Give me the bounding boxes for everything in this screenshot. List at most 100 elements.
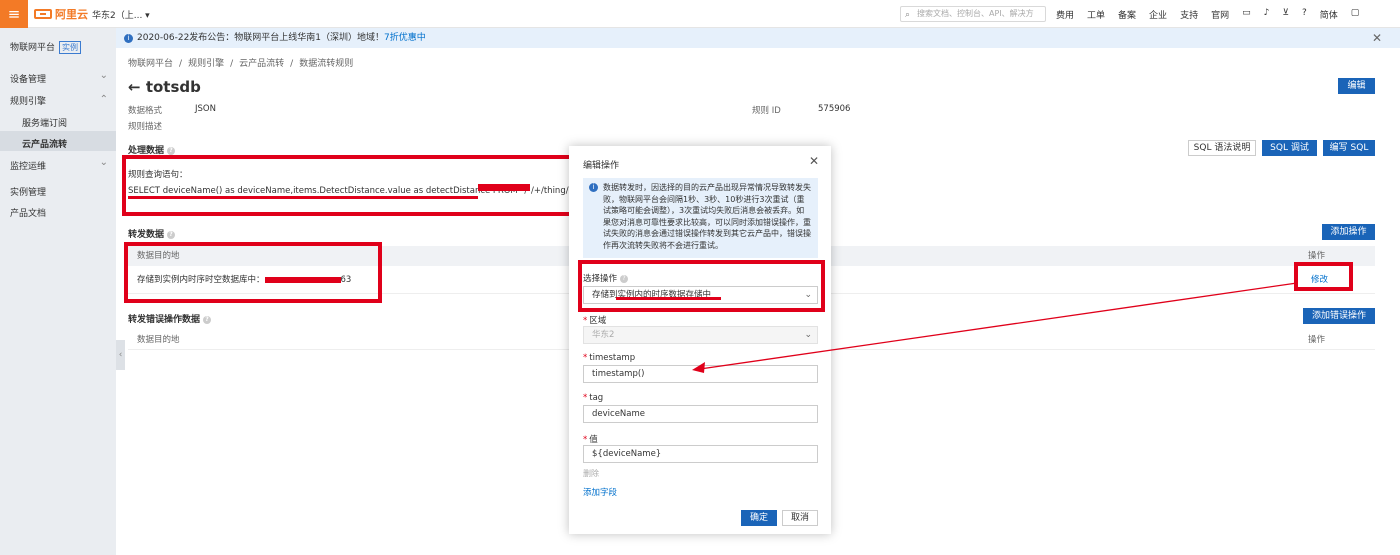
rule-id-value: 575906	[818, 104, 851, 114]
announcement-bar: i 2020-06-22发布公告：物联网平台上线华南1（深圳）地域！7折优惠中 ✕	[116, 28, 1400, 48]
top-bar: ≡ 阿里云 华东2（上... ▾ ⌕ 搜索文档、控制台、API、解决方 费用 工…	[0, 0, 1400, 28]
add-error-action-button[interactable]: 添加错误操作	[1303, 308, 1375, 324]
search-placeholder: 搜索文档、控制台、API、解决方	[917, 9, 1034, 18]
description-label: 规则描述	[128, 122, 163, 132]
aliyun-logo-icon	[34, 9, 52, 19]
close-icon[interactable]: ✕	[809, 154, 819, 168]
sidebar-item-data-forwarding[interactable]: 云产品流转	[22, 137, 67, 150]
write-sql-button[interactable]: 编写 SQL	[1323, 140, 1375, 156]
sql-debug-button[interactable]: SQL 调试	[1262, 140, 1317, 156]
help-icon[interactable]: ?	[167, 146, 176, 155]
instance-tag[interactable]: 实例	[59, 41, 82, 54]
breadcrumb-rule-engine[interactable]: 规则引擎	[188, 59, 224, 69]
back-arrow-icon[interactable]: ←	[128, 78, 141, 96]
breadcrumb: 物联网平台 / 规则引擎 / 云产品流转 / 数据流转规则	[128, 56, 359, 69]
menu-icon[interactable]: ≡	[0, 0, 28, 28]
cart-icon[interactable]: ⊻	[1282, 8, 1289, 21]
add-field-link[interactable]: 添加字段	[583, 486, 617, 498]
cancel-button[interactable]: 取消	[782, 510, 818, 526]
nav-icp[interactable]: 备案	[1118, 8, 1136, 21]
breadcrumb-sep: /	[179, 59, 183, 69]
column-header-action: 操作	[1307, 335, 1325, 345]
sidebar-title: 物联网平台 实例	[10, 40, 82, 54]
field-label-text: 值	[589, 435, 598, 445]
brand-name: 阿里云	[55, 8, 88, 21]
tag-label: * tag	[583, 393, 604, 403]
forward-section-title: 转发数据?	[128, 227, 176, 240]
breadcrumb-current: 数据流转规则	[299, 59, 354, 69]
field-label-text: 区域	[589, 316, 607, 326]
brand-logo[interactable]: 阿里云	[34, 7, 88, 21]
alert-text: 数据转发时，因选择的目的云产品出现异常情况导致转发失败，物联网平台会间隔1秒、3…	[603, 183, 811, 250]
region-selector[interactable]: 华东2（上... ▾	[92, 8, 150, 21]
sidebar-item-device-management[interactable]: 设备管理 ⌄	[10, 70, 114, 85]
sidebar-item-monitoring[interactable]: 监控运维 ⌄	[10, 157, 114, 172]
sidebar-item-instances[interactable]: 实例管理	[10, 185, 114, 198]
breadcrumb-iot[interactable]: 物联网平台	[128, 59, 173, 69]
select-value: 华东2	[592, 330, 615, 340]
avatar[interactable]: ▢	[1351, 8, 1360, 21]
sidebar-collapse-handle[interactable]: ‹	[116, 340, 125, 370]
value-label: * 值	[583, 435, 598, 445]
nav-enterprise[interactable]: 企业	[1149, 8, 1167, 21]
timestamp-input[interactable]: timestamp()	[583, 365, 818, 383]
tag-input[interactable]: deviceName	[583, 405, 818, 423]
sidebar-item-label: 设备管理	[10, 75, 47, 85]
add-action-button[interactable]: 添加操作	[1322, 224, 1375, 240]
help-icon[interactable]: ?	[1302, 8, 1307, 21]
page-title: ← totsdb	[128, 78, 201, 96]
chevron-down-icon: ⌄	[804, 330, 812, 340]
region-label: * 区域	[583, 316, 607, 326]
confirm-button[interactable]: 确定	[741, 510, 777, 526]
nav-site[interactable]: 官网	[1211, 8, 1229, 21]
annotation-box-forward	[124, 242, 382, 303]
chevron-down-icon: ⌄	[99, 157, 108, 168]
annotation-box-action-select	[578, 260, 825, 312]
retry-info-alert: i 数据转发时，因选择的目的云产品出现异常情况导致转发失败，物联网平台会间隔1秒…	[583, 178, 818, 258]
sidebar-item-server-subscription[interactable]: 服务端订阅	[22, 116, 67, 129]
sidebar-title-text: 物联网平台	[10, 43, 56, 53]
section-title-text: 转发错误操作数据	[128, 315, 201, 325]
section-title-text: 转发数据	[128, 230, 165, 240]
nav-tickets[interactable]: 工单	[1087, 8, 1105, 21]
sidebar-item-rule-engine[interactable]: 规则引擎 ⌃	[10, 94, 114, 107]
sidebar: 物联网平台 实例 设备管理 ⌄ 规则引擎 ⌃ 服务端订阅 云产品流转 监控运维 ⌄ 实例…	[0, 28, 116, 555]
error-forward-section-title: 转发错误操作数据?	[128, 312, 212, 325]
top-nav: 费用 工单 备案 企业 支持 官网 ▭ ♪ ⊻ ? 简体 ▢	[1056, 8, 1372, 21]
field-label-text: tag	[589, 393, 604, 403]
value-input[interactable]: ${deviceName}	[583, 445, 818, 463]
edit-button[interactable]: 编辑	[1338, 78, 1375, 94]
bell-icon[interactable]: ♪	[1264, 8, 1270, 21]
sidebar-item-label: 规则引擎	[10, 97, 47, 107]
sidebar-item-docs[interactable]: 产品文档	[10, 206, 114, 219]
breadcrumb-forwarding[interactable]: 云产品流转	[239, 59, 284, 69]
page-title-text: totsdb	[145, 78, 201, 96]
chevron-up-icon: ⌃	[99, 94, 108, 105]
dialog-title: 编辑操作	[583, 161, 620, 171]
region-label: 华东2（上...	[92, 11, 143, 21]
screen-icon[interactable]: ▭	[1242, 8, 1251, 21]
delete-link[interactable]: 删除	[583, 468, 599, 479]
sidebar-item-label: 监控运维	[10, 162, 47, 172]
rule-id-label: 规则 ID	[752, 106, 781, 116]
format-label: 数据格式	[128, 106, 163, 116]
help-icon[interactable]: ?	[167, 230, 176, 239]
close-icon[interactable]: ✕	[1372, 28, 1382, 48]
breadcrumb-sep: /	[230, 59, 234, 69]
region-select: 华东2 ⌄	[583, 326, 818, 344]
info-icon: i	[589, 183, 598, 192]
help-icon[interactable]: ?	[203, 315, 212, 324]
annotation-box-query	[122, 155, 575, 216]
nav-support[interactable]: 支持	[1180, 8, 1198, 21]
language-switch[interactable]: 简体	[1320, 8, 1338, 21]
timestamp-label: * timestamp	[583, 353, 636, 363]
sql-syntax-button[interactable]: SQL 语法说明	[1188, 140, 1256, 156]
announcement-link[interactable]: 7折优惠中	[384, 33, 426, 43]
info-icon: i	[124, 34, 133, 43]
chevron-down-icon: ⌄	[99, 70, 108, 81]
breadcrumb-sep: /	[290, 59, 294, 69]
global-search-input[interactable]: ⌕ 搜索文档、控制台、API、解决方	[900, 6, 1046, 22]
search-icon: ⌕	[905, 10, 911, 20]
nav-billing[interactable]: 费用	[1056, 8, 1074, 21]
column-header-target: 数据目的地	[137, 335, 180, 345]
